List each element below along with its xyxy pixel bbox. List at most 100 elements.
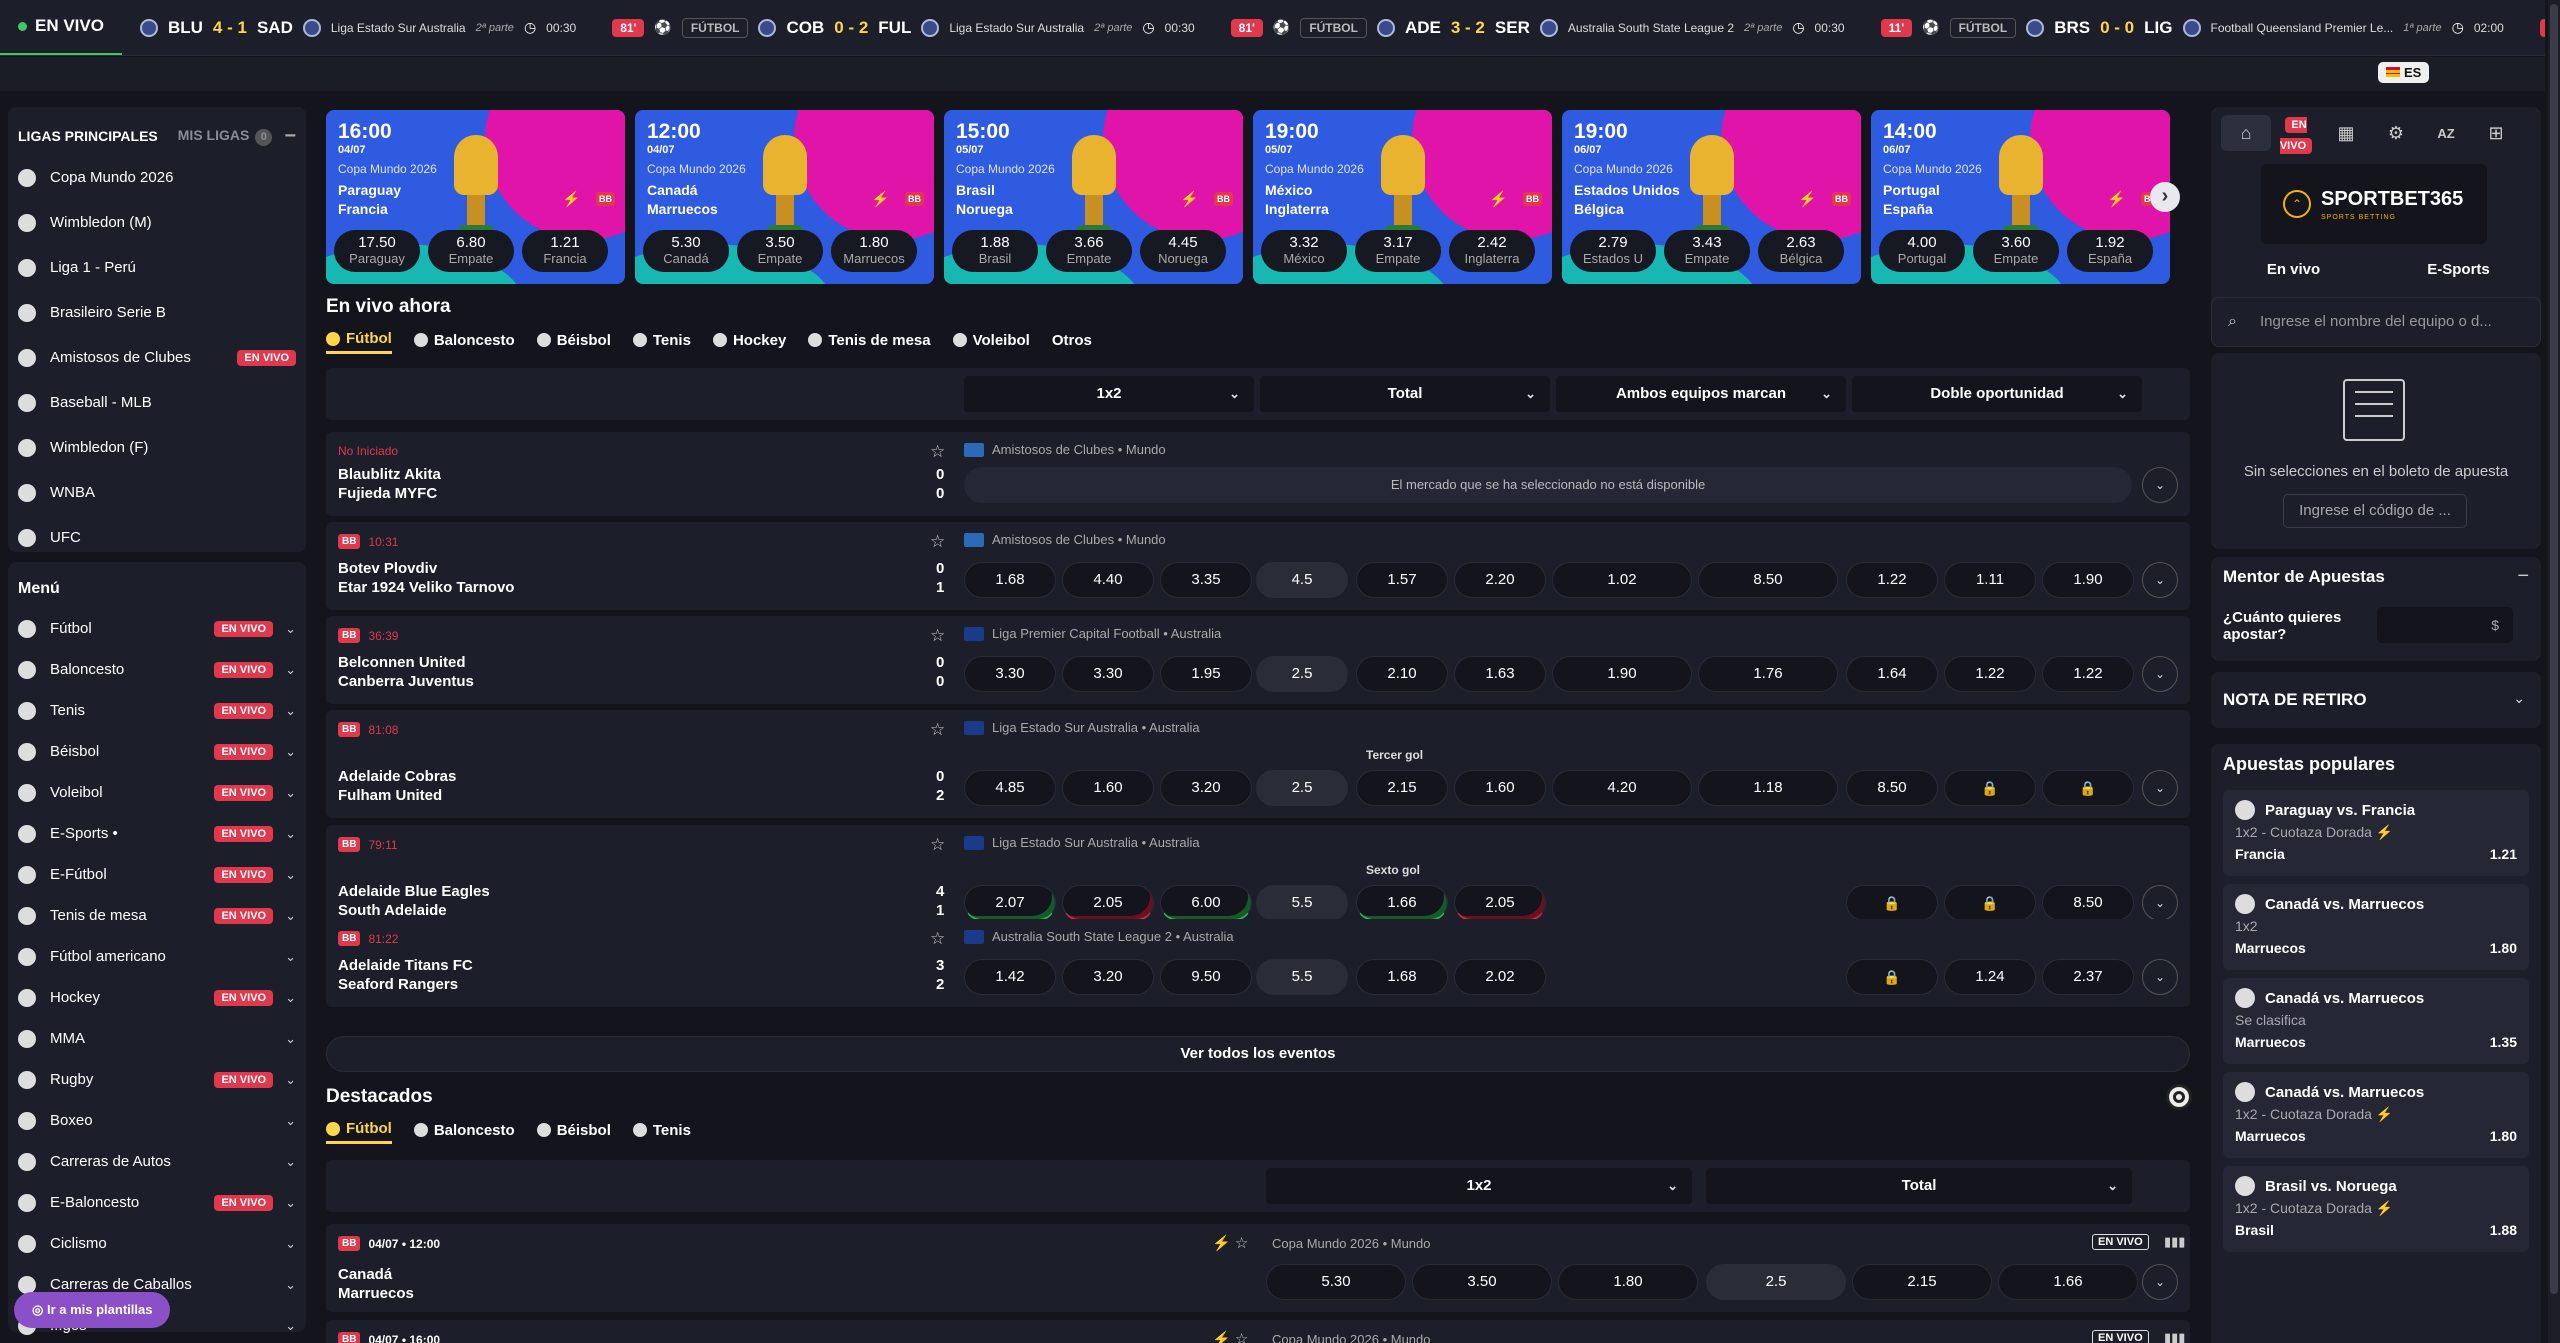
league-item[interactable]: Liga 1 - Perú bbox=[18, 245, 296, 290]
odd-button[interactable]: 🔒 bbox=[1846, 959, 1938, 995]
sport-tab[interactable]: Tenis bbox=[632, 326, 691, 354]
odd-button[interactable]: 2.20 bbox=[1454, 562, 1546, 598]
odd-button[interactable]: 1.90 bbox=[1552, 656, 1692, 692]
page-scrollbar-thumb[interactable] bbox=[2550, 4, 2558, 1294]
odd-button[interactable]: 3.50 bbox=[1412, 1264, 1552, 1300]
popular-bet[interactable]: Canadá vs. Marruecos 1x2 - Cuotaza Dorada… bbox=[2223, 1072, 2529, 1158]
bolt-star-icons[interactable]: ⚡ ☆ bbox=[1212, 1234, 1248, 1252]
favorite-star-icon[interactable]: ☆ bbox=[930, 532, 945, 552]
expand-event-button[interactable]: ⌄ bbox=[2142, 959, 2178, 995]
odd-button[interactable]: 3.43 Empate bbox=[1664, 230, 1750, 272]
odd-button[interactable]: 2.15 bbox=[1852, 1264, 1992, 1300]
language-selector[interactable]: ES bbox=[2378, 62, 2430, 83]
odd-button[interactable]: 6.00 bbox=[1160, 885, 1252, 921]
menu-item[interactable]: Fútbol EN VIVO ⌄ bbox=[18, 608, 296, 649]
odd-button[interactable]: 1.24 bbox=[1944, 959, 2036, 995]
popular-bet[interactable]: Paraguay vs. Francia 1x2 - Cuotaza Dorada… bbox=[2223, 790, 2529, 876]
sport-tab[interactable]: Fútbol bbox=[326, 1116, 392, 1144]
team-search-input[interactable]: ⌕ Ingrese el nombre del equipo o d... bbox=[2211, 297, 2541, 347]
odd-button[interactable]: 3.50 Empate bbox=[737, 230, 823, 272]
odd-button[interactable]: 2.05 bbox=[1062, 885, 1154, 921]
sport-tab[interactable]: Voleibol bbox=[952, 326, 1030, 354]
odd-button[interactable]: 1.66 bbox=[1998, 1264, 2138, 1300]
odd-button[interactable]: 🔒 bbox=[1944, 770, 2036, 806]
menu-item[interactable]: MMA ⌄ bbox=[18, 1018, 296, 1059]
menu-item[interactable]: E-Baloncesto EN VIVO ⌄ bbox=[18, 1182, 296, 1223]
market-select-1x2[interactable]: 1x2 ⌄ bbox=[964, 376, 1254, 412]
odd-button[interactable]: 3.30 bbox=[1062, 656, 1154, 692]
menu-item[interactable]: Hockey EN VIVO ⌄ bbox=[18, 977, 296, 1018]
collapse-mentor-button[interactable]: − bbox=[2517, 565, 2529, 588]
collapse-leagues-button[interactable]: − bbox=[284, 125, 296, 148]
sport-tab[interactable]: Baloncesto bbox=[413, 326, 515, 354]
stats-icon[interactable]: ⊞ bbox=[2471, 123, 2521, 144]
sport-tab[interactable]: Béisbol bbox=[536, 1116, 611, 1144]
stats-icon[interactable]: ▮▮▮ bbox=[2164, 1330, 2185, 1343]
live-ticker-label[interactable]: EN VIVO bbox=[0, 0, 122, 55]
odd-button[interactable]: 🔒 bbox=[1846, 885, 1938, 921]
league-item[interactable]: UFC bbox=[18, 515, 296, 560]
sport-tab[interactable]: Hockey bbox=[712, 326, 786, 354]
expand-event-button[interactable]: ⌄ bbox=[2142, 656, 2178, 692]
odd-button[interactable]: 4.45 Noruega bbox=[1140, 230, 1226, 272]
match-card[interactable]: 16:00 04/07 Copa Mundo 2026 Paraguay Francia… bbox=[326, 110, 625, 284]
odd-button[interactable]: 1.57 bbox=[1356, 562, 1448, 598]
odd-button[interactable]: 17.50 Paraguay bbox=[334, 230, 420, 272]
popular-bet[interactable]: Canadá vs. Marruecos Se clasifica Marrueco… bbox=[2223, 978, 2529, 1064]
league-item[interactable]: Brasileiro Serie B bbox=[18, 290, 296, 335]
sport-tab[interactable]: Tenis bbox=[632, 1116, 691, 1144]
odd-button[interactable]: 8.50 bbox=[1698, 562, 1838, 598]
ticker-item[interactable]: 5' bbox=[2522, 0, 2545, 55]
odd-button[interactable]: 4.00 Portugal bbox=[1879, 230, 1965, 272]
favorite-star-icon[interactable]: ☆ bbox=[930, 626, 945, 646]
odd-button[interactable]: 1.68 bbox=[964, 562, 1056, 598]
favorite-star-icon[interactable]: ☆ bbox=[930, 835, 945, 855]
odd-button[interactable]: 3.60 Empate bbox=[1973, 230, 2059, 272]
menu-item[interactable]: Baloncesto EN VIVO ⌄ bbox=[18, 649, 296, 690]
expand-event-button[interactable]: ⌄ bbox=[2142, 770, 2178, 806]
odd-button[interactable]: 3.66 Empate bbox=[1046, 230, 1132, 272]
odd-button[interactable]: 3.35 bbox=[1160, 562, 1252, 598]
odd-button[interactable]: 1.68 bbox=[1356, 959, 1448, 995]
tab-live[interactable]: En vivo bbox=[2211, 252, 2376, 288]
odd-button[interactable]: 1.90 bbox=[2042, 562, 2134, 598]
expand-event-button[interactable]: ⌄ bbox=[2142, 467, 2178, 503]
odd-button[interactable]: 2.15 bbox=[1356, 770, 1448, 806]
odd-button[interactable]: 1.88 Brasil bbox=[952, 230, 1038, 272]
expand-event-button[interactable]: ⌄ bbox=[2142, 562, 2178, 598]
odd-button[interactable]: 1.64 bbox=[1846, 656, 1938, 692]
odd-button[interactable]: 4.85 bbox=[964, 770, 1056, 806]
templates-button[interactable]: ◎ Ir a mis plantillas bbox=[14, 1292, 171, 1328]
menu-item[interactable]: E-Fútbol EN VIVO ⌄ bbox=[18, 854, 296, 895]
market-select-total[interactable]: Total ⌄ bbox=[1706, 1168, 2132, 1204]
market-select-btts[interactable]: Ambos equipos marcan ⌄ bbox=[1556, 376, 1846, 412]
odd-button[interactable]: 2.37 bbox=[2042, 959, 2134, 995]
odd-button[interactable]: 6.80 Empate bbox=[428, 230, 514, 272]
odd-button[interactable]: 1.11 bbox=[1944, 562, 2036, 598]
menu-item[interactable]: Fútbol americano ⌄ bbox=[18, 936, 296, 977]
odd-button[interactable]: 2.63 Bélgica bbox=[1758, 230, 1844, 272]
menu-item[interactable]: E-Sports • EN VIVO ⌄ bbox=[18, 813, 296, 854]
live-tab[interactable]: EN VIVO bbox=[2271, 112, 2321, 154]
market-select-double-chance[interactable]: Doble oportunidad ⌄ bbox=[1852, 376, 2142, 412]
sport-tab[interactable]: Béisbol bbox=[536, 326, 611, 354]
ticker-item[interactable]: 81' ⚽ FÚTBOL COB 0 - 2 FUL Liga Estado Sur Aus… bbox=[594, 0, 1212, 55]
odd-button[interactable]: 1.18 bbox=[1698, 770, 1838, 806]
odd-button[interactable]: 1.80 Marruecos bbox=[831, 230, 917, 272]
odd-button[interactable]: 1.02 bbox=[1552, 562, 1692, 598]
see-all-events-button[interactable]: Ver todos los eventos bbox=[326, 1036, 2190, 1072]
odd-button[interactable]: 2.79 Estados U bbox=[1570, 230, 1656, 272]
favorite-star-icon[interactable]: ☆ bbox=[930, 929, 945, 949]
tab-my-leagues[interactable]: MIS LIGAS 0 bbox=[178, 127, 273, 146]
odd-button[interactable]: 1.22 bbox=[1846, 562, 1938, 598]
odd-button[interactable]: 2.42 Inglaterra bbox=[1449, 230, 1535, 272]
league-item[interactable]: Amistosos de Clubes EN VIVO bbox=[18, 335, 296, 380]
odd-button[interactable]: 9.50 bbox=[1160, 959, 1252, 995]
calendar-icon[interactable]: ▦ bbox=[2321, 123, 2371, 144]
match-card[interactable]: 12:00 04/07 Copa Mundo 2026 Canadá Marruecos… bbox=[635, 110, 934, 284]
league-item[interactable]: Copa Mundo 2026 bbox=[18, 155, 296, 200]
odd-button[interactable]: 3.17 Empate bbox=[1355, 230, 1441, 272]
odd-button[interactable]: 1.22 bbox=[2042, 656, 2134, 692]
menu-item[interactable]: Carreras de Autos ⌄ bbox=[18, 1141, 296, 1182]
odd-button[interactable]: 1.21 Francia bbox=[522, 230, 608, 272]
